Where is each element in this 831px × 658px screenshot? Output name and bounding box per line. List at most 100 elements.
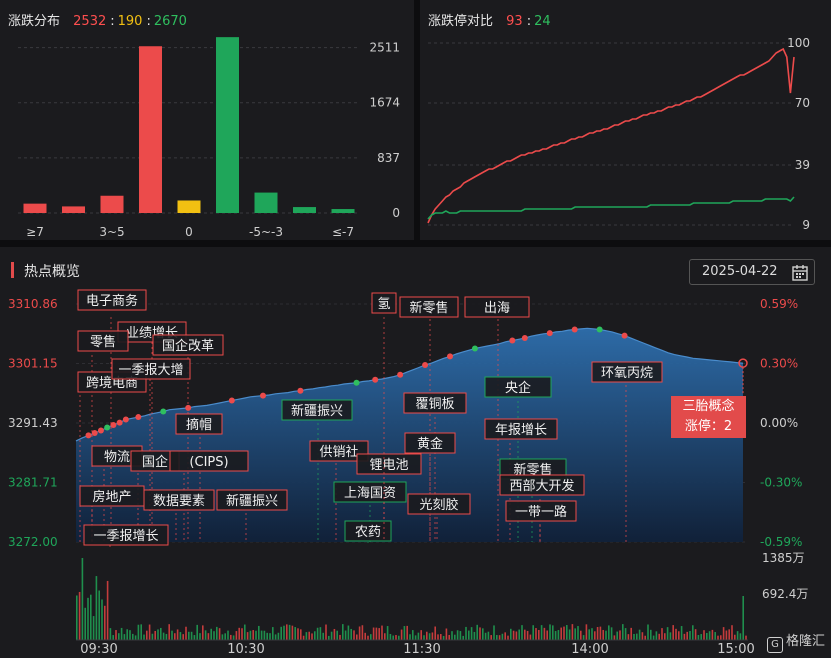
limit-up-line xyxy=(427,47,795,224)
volume-bar xyxy=(146,630,148,640)
volume-bar xyxy=(451,631,453,640)
concept-label: 国企改革 xyxy=(162,338,214,354)
volume-bar xyxy=(442,635,445,640)
concept-label: 氢 xyxy=(377,297,390,312)
y-tick-label: 1674 xyxy=(369,96,400,110)
volume-bar xyxy=(490,635,492,640)
concept-dot xyxy=(372,376,379,383)
volume-bar xyxy=(249,630,252,640)
volume-bar xyxy=(652,635,655,640)
volume-bar xyxy=(580,630,582,640)
volume-bar xyxy=(319,627,322,640)
volume-bar xyxy=(221,634,224,640)
volume-bar xyxy=(585,624,588,640)
volume-bar xyxy=(661,628,663,640)
volume-bar xyxy=(280,626,282,640)
volume-bar xyxy=(521,625,523,640)
volume-bar xyxy=(468,630,470,640)
volume-bar xyxy=(459,631,462,640)
concept-dot xyxy=(471,345,478,352)
volume-bar xyxy=(524,629,526,640)
volume-bar xyxy=(258,625,260,640)
tooltip-limit-up: 涨停：2 xyxy=(684,419,733,434)
volume-bar xyxy=(204,630,207,640)
volume-bar xyxy=(165,633,168,640)
volume-bar xyxy=(476,624,478,640)
volume-bar xyxy=(106,580,109,640)
concept-label: 新疆振兴 xyxy=(226,493,278,509)
concept-label: 房地产 xyxy=(92,489,131,505)
volume-bar xyxy=(742,596,744,640)
y-tick-label: 39 xyxy=(795,158,810,172)
volume-bar xyxy=(255,630,257,640)
volume-bar xyxy=(496,635,498,640)
y-tick-label: 9 xyxy=(802,218,810,232)
hot-overview-chart: 3310.86 0.59% 3301.15 0.30% 3291.43 0.00% 3281… xyxy=(8,289,808,657)
volume-bar xyxy=(484,632,487,640)
volume-bar xyxy=(98,590,100,640)
y-tick-label: 100 xyxy=(787,36,810,50)
volume-bar xyxy=(288,624,291,640)
volume-bar xyxy=(428,633,431,640)
right-axis-label: -0.59% xyxy=(760,535,802,549)
volume-bar xyxy=(566,625,568,640)
volume-bar xyxy=(538,630,540,640)
volume-bar xyxy=(582,635,585,640)
concept-dot xyxy=(104,424,111,431)
left-axis-label: 3281.71 xyxy=(8,476,58,490)
volume-bar xyxy=(137,624,140,640)
volume-bar xyxy=(610,627,613,640)
volume-bar xyxy=(84,607,86,640)
volume-bar xyxy=(409,634,411,640)
volume-bar xyxy=(386,626,389,640)
concept-label: 零售 xyxy=(90,334,116,350)
volume-bar xyxy=(627,634,630,640)
volume-bar xyxy=(535,628,537,640)
y-tick-label: 2511 xyxy=(369,41,400,55)
volume-bar xyxy=(596,626,599,640)
concept-label: 摘帽 xyxy=(186,417,212,433)
volume-bar xyxy=(302,635,305,640)
limit-compare-panel: 涨跌停对比 93:24 100 70 39 9 xyxy=(420,0,831,240)
volume-bar xyxy=(101,599,103,640)
volume-bar xyxy=(216,626,218,640)
volume-bar xyxy=(479,627,481,640)
volume-bar xyxy=(235,631,238,640)
volume-bar xyxy=(529,634,532,640)
volume-bar xyxy=(76,595,78,640)
concept-dot xyxy=(509,337,516,344)
volume-bar xyxy=(160,627,162,640)
volume-bar xyxy=(112,635,114,640)
concept-dot xyxy=(135,414,142,421)
volume-bar xyxy=(238,627,240,640)
volume-bar xyxy=(426,631,428,640)
volume-bar xyxy=(655,631,658,640)
concept-dot xyxy=(571,326,578,333)
volume-bar xyxy=(498,635,501,640)
volume-bar xyxy=(95,576,98,640)
volume-bar xyxy=(260,630,263,640)
x-tick-label: ≤-7 xyxy=(332,225,354,239)
volume-bar xyxy=(403,626,406,640)
volume-bar xyxy=(641,632,644,640)
concept-dot xyxy=(353,379,360,386)
volume-bar xyxy=(344,630,347,640)
concept-dot xyxy=(116,419,123,426)
volume-bar xyxy=(675,628,677,640)
volume-bar xyxy=(689,630,691,640)
volume-bar xyxy=(162,632,165,640)
volume-bar xyxy=(686,631,688,640)
volume-bar xyxy=(552,625,554,640)
hot-overview-panel: 热点概览 2025-04-22 3310.86 0.59% 3301.15 0.30%… xyxy=(0,247,831,658)
volume-bar xyxy=(316,627,319,640)
bar xyxy=(216,37,239,213)
concept-label: 锂电池 xyxy=(369,458,408,473)
volume-bar xyxy=(294,627,296,640)
concept-label: (CIPS) xyxy=(189,455,228,470)
x-tick-label: 15:00 xyxy=(717,642,754,657)
volume-bar xyxy=(398,635,400,640)
volume-bar xyxy=(266,632,268,640)
volume-bar xyxy=(367,635,369,640)
volume-bar xyxy=(185,626,187,640)
volume-bar xyxy=(465,626,467,640)
